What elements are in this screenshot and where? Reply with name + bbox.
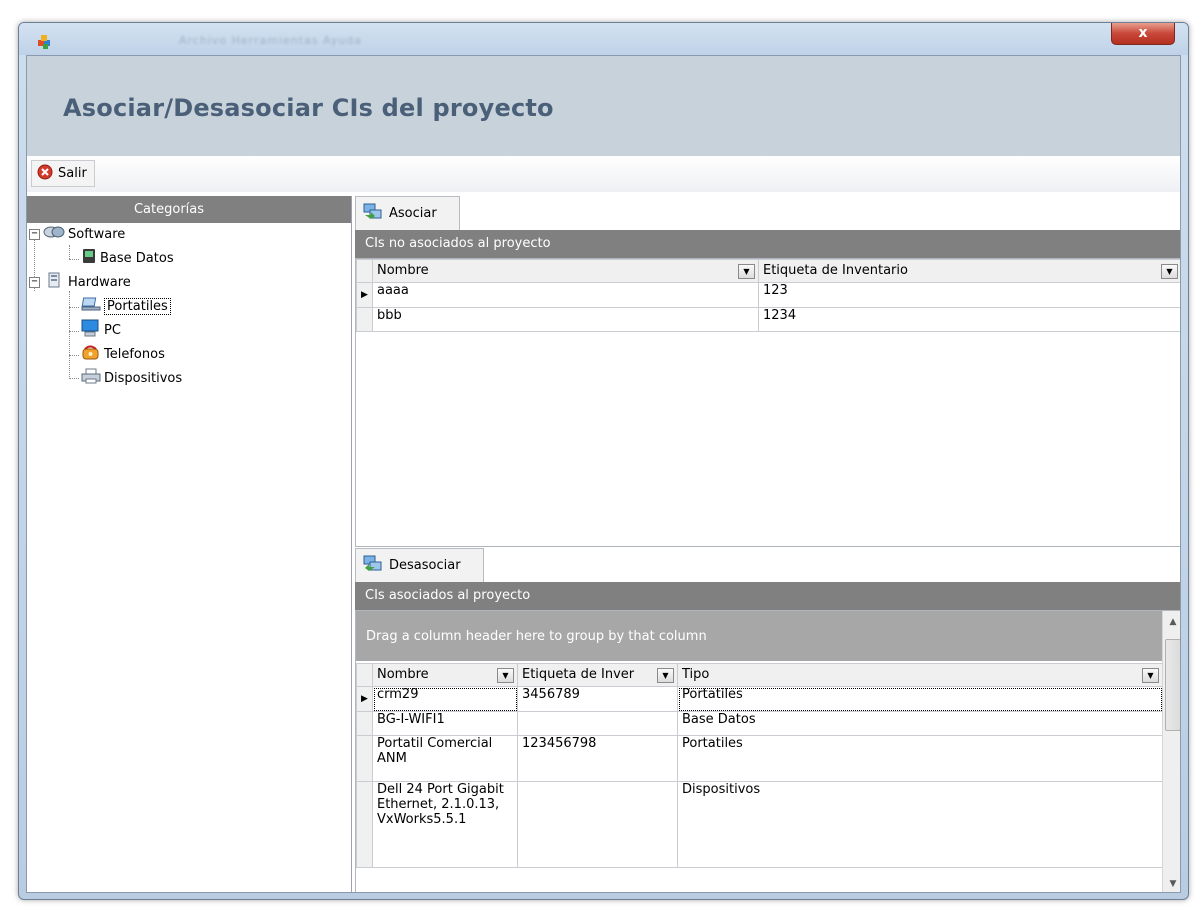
cell-nombre[interactable]: aaaa — [372, 282, 759, 308]
cell-tipo[interactable]: Dispositivos — [677, 781, 1163, 868]
associate-label: Asociar — [389, 206, 437, 221]
pc-icon — [81, 319, 101, 341]
database-icon — [81, 248, 97, 268]
tree-label: Portatiles — [104, 297, 171, 315]
column-filter-dropdown-icon[interactable]: ▼ — [1142, 668, 1159, 683]
table-row[interactable]: Dell 24 Port Gigabit Ethernet, 2.1.0.13,… — [356, 781, 1163, 868]
associate-icon — [363, 203, 383, 225]
cell-nombre[interactable]: BG-I-WIFI1 — [372, 711, 518, 736]
associate-button[interactable]: Asociar — [355, 196, 460, 230]
cell-tipo[interactable]: Portatiles — [677, 686, 1163, 712]
cell-nombre[interactable]: Portatil Comercial ANM — [372, 735, 518, 782]
column-header-etiqueta[interactable]: Etiqueta de Inver ▼ — [517, 663, 678, 687]
tree-node-hardware[interactable]: − Hardware — [29, 271, 131, 293]
collapse-icon[interactable]: − — [29, 276, 40, 288]
tree-label: Telefonos — [104, 346, 165, 362]
cell-nombre[interactable]: bbb — [372, 307, 759, 332]
tree-node-portatiles[interactable]: Portatiles — [81, 295, 171, 317]
current-row-indicator-icon: ▶ — [356, 686, 373, 712]
tree-label: Hardware — [68, 274, 131, 290]
column-header-tipo[interactable]: Tipo ▼ — [677, 663, 1163, 687]
scroll-up-arrow-icon[interactable]: ▲ — [1163, 613, 1180, 631]
tree-node-software[interactable]: − Software — [29, 223, 125, 245]
scroll-down-arrow-icon[interactable]: ▼ — [1163, 875, 1180, 892]
column-filter-dropdown-icon[interactable]: ▼ — [1161, 264, 1178, 279]
cell-tipo[interactable]: Base Datos — [677, 711, 1163, 736]
cell-nombre[interactable]: Dell 24 Port Gigabit Ethernet, 2.1.0.13,… — [372, 781, 518, 868]
main-panel: Asociar CIs no asociados al proyecto Nom… — [355, 196, 1180, 892]
dissociate-icon — [363, 555, 383, 577]
page-title: Asociar/Desasociar CIs del proyecto — [63, 94, 554, 122]
dissociate-button[interactable]: Desasociar — [355, 548, 484, 582]
column-filter-dropdown-icon[interactable]: ▼ — [497, 668, 514, 683]
tree-label: Software — [68, 226, 126, 242]
tree-label: Dispositivos — [104, 370, 183, 386]
phone-icon — [81, 344, 101, 364]
exit-icon — [37, 164, 53, 184]
tree-node-dispositivos[interactable]: Dispositivos — [81, 367, 182, 389]
categories-header: Categorías — [27, 196, 351, 223]
tree-label: PC — [104, 322, 121, 338]
unassociated-header: CIs no asociados al proyecto — [355, 230, 1180, 258]
table-row[interactable]: bbb 1234 — [356, 307, 1180, 332]
associated-header: CIs asociados al proyecto — [355, 582, 1180, 610]
column-header-nombre[interactable]: Nombre ▼ — [372, 663, 518, 687]
cell-etiqueta[interactable]: 123456798 — [517, 735, 678, 782]
exit-label: Salir — [58, 166, 87, 181]
table-row[interactable]: Portatil Comercial ANM 123456798 Portati… — [356, 735, 1163, 782]
column-filter-dropdown-icon[interactable]: ▼ — [738, 264, 755, 279]
exit-button[interactable]: Salir — [31, 160, 95, 187]
vertical-scrollbar[interactable]: ▲ ▼ — [1162, 611, 1180, 892]
associated-grid-panel: Drag a column header here to group by th… — [355, 610, 1180, 892]
title-bar[interactable]: Archivo Herramientas Ayuda x — [19, 23, 1188, 55]
software-icon — [43, 225, 65, 243]
laptop-icon — [81, 296, 101, 316]
table-row[interactable]: ▶ crm29 3456789 Portatiles — [356, 686, 1163, 712]
cell-etiqueta[interactable]: 123 — [758, 282, 1180, 308]
table-row[interactable]: BG-I-WIFI1 Base Datos — [356, 711, 1163, 736]
hardware-icon — [43, 272, 65, 292]
printer-icon — [81, 368, 101, 388]
app-window: Archivo Herramientas Ayuda x Asociar/Des… — [18, 22, 1189, 900]
tree-node-base-datos[interactable]: Base Datos — [81, 247, 174, 269]
column-filter-dropdown-icon[interactable]: ▼ — [657, 668, 674, 683]
group-by-area[interactable]: Drag a column header here to group by th… — [356, 611, 1162, 661]
dissociate-label: Desasociar — [389, 558, 461, 573]
associated-grid: Nombre ▼ Etiqueta de Inver ▼ Tipo ▼ ▶ cr… — [356, 663, 1163, 868]
app-icon — [36, 32, 54, 54]
close-button[interactable]: x — [1111, 23, 1175, 45]
scroll-thumb[interactable] — [1165, 639, 1180, 731]
client-area: Asociar/Desasociar CIs del proyecto Sali… — [26, 55, 1181, 893]
toolbar: Salir — [27, 156, 1180, 192]
cell-nombre[interactable]: crm29 — [372, 686, 518, 712]
close-icon: x — [1138, 25, 1148, 41]
cell-tipo[interactable]: Portatiles — [677, 735, 1163, 782]
cell-etiqueta[interactable] — [517, 711, 678, 736]
cell-etiqueta[interactable]: 3456789 — [517, 686, 678, 712]
tree-node-pc[interactable]: PC — [81, 319, 121, 341]
tree-node-telefonos[interactable]: Telefonos — [81, 343, 165, 365]
collapse-icon[interactable]: − — [29, 228, 40, 240]
title-menu-text: Archivo Herramientas Ayuda — [179, 34, 363, 47]
unassociated-grid: Nombre ▼ Etiqueta de Inventario ▼ ▶ aaaa… — [356, 259, 1180, 332]
unassociated-grid-panel: Nombre ▼ Etiqueta de Inventario ▼ ▶ aaaa… — [355, 258, 1180, 547]
cell-etiqueta[interactable]: 1234 — [758, 307, 1180, 332]
cell-etiqueta[interactable] — [517, 781, 678, 868]
table-row[interactable]: ▶ aaaa 123 — [356, 282, 1180, 308]
column-header-etiqueta[interactable]: Etiqueta de Inventario ▼ — [758, 259, 1180, 283]
current-row-indicator-icon: ▶ — [356, 282, 373, 308]
tree-label: Base Datos — [100, 250, 174, 266]
column-header-nombre[interactable]: Nombre ▼ — [372, 259, 759, 283]
row-indicator-header — [356, 259, 373, 283]
page-header: Asociar/Desasociar CIs del proyecto — [27, 56, 1180, 156]
categories-panel: Categorías − Software Base Datos − Hardw… — [27, 196, 352, 892]
